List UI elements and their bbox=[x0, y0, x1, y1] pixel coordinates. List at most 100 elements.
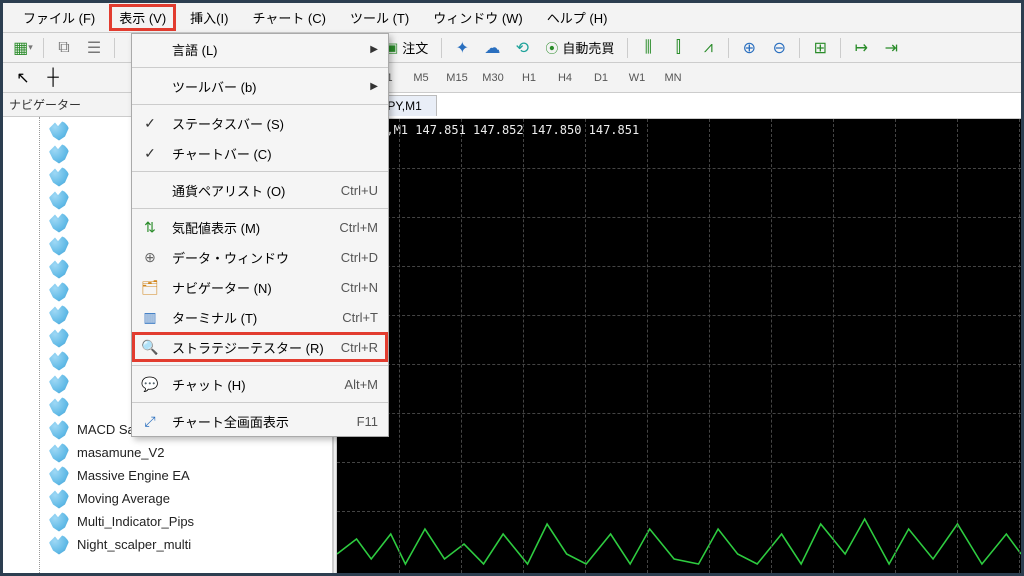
chart-canvas[interactable]: USDJPY,M1 147.851 147.852 147.850 147.85… bbox=[337, 119, 1021, 573]
tf-mn[interactable]: MN bbox=[656, 67, 690, 89]
view-menu-dropdown: 言語 (L) ▶ ツールバー (b)▶ ステータスバー (S) チャートバー (C) 通貨… bbox=[131, 33, 389, 437]
menu-item[interactable]: ⊕データ・ウィンドウ Ctrl+D bbox=[132, 242, 388, 272]
grid-line bbox=[337, 364, 1021, 365]
separator bbox=[43, 38, 44, 58]
menu-item[interactable]: 💬チャット (H)Alt+M bbox=[132, 369, 388, 399]
grid-line bbox=[337, 511, 1021, 512]
menu-separator bbox=[132, 104, 388, 105]
menu-item-shortcut: Ctrl+D bbox=[341, 250, 378, 265]
menu-item-shortcut: Ctrl+M bbox=[339, 220, 378, 235]
grid-line bbox=[771, 119, 772, 573]
grid-line bbox=[337, 217, 1021, 218]
line-chart-button[interactable]: ⩘ bbox=[694, 36, 722, 60]
signals-icon[interactable]: ⟲ bbox=[508, 36, 536, 60]
menu-item-label: 通貨ペアリスト (O) bbox=[168, 181, 333, 200]
menu-item[interactable]: ツールバー (b)▶ bbox=[132, 71, 388, 101]
menu-window[interactable]: ウィンドウ (W) bbox=[423, 4, 533, 31]
menu-help[interactable]: ヘルプ (H) bbox=[537, 4, 618, 31]
menu-insert[interactable]: 挿入(I) bbox=[180, 4, 238, 31]
zoom-out-button[interactable]: ⊖ bbox=[765, 36, 793, 60]
crosshair-tool-button[interactable]: ┼ bbox=[39, 66, 67, 90]
menu-item[interactable]: 🗂ナビゲーター (N) Ctrl+N bbox=[132, 272, 388, 302]
grid-line bbox=[461, 119, 462, 573]
menu-tools[interactable]: ツール (T) bbox=[340, 4, 419, 31]
grid-line bbox=[523, 119, 524, 573]
list-item-label: Night_scalper_multi bbox=[77, 537, 191, 552]
separator bbox=[799, 38, 800, 58]
grid-line bbox=[337, 413, 1021, 414]
bar-chart-button[interactable]: ⫼ bbox=[634, 36, 662, 60]
menu-item-label: 気配値表示 (M) bbox=[168, 218, 331, 237]
candle-chart-button[interactable]: ⫿ bbox=[664, 36, 692, 60]
grid-line bbox=[399, 119, 400, 573]
separator bbox=[840, 38, 841, 58]
nav-icon: 🗂 bbox=[132, 272, 168, 302]
menu-item[interactable]: 通貨ペアリスト (O)Ctrl+U bbox=[132, 175, 388, 205]
menu-file[interactable]: ファイル (F) bbox=[13, 4, 105, 31]
list-item[interactable]: Massive Engine EA bbox=[3, 464, 332, 487]
grid-line bbox=[337, 168, 1021, 169]
menu-item-label: データ・ウィンドウ bbox=[168, 248, 333, 267]
target-icon: ⊕ bbox=[132, 242, 168, 272]
list-item-label: Massive Engine EA bbox=[77, 468, 190, 483]
menu-separator bbox=[132, 365, 388, 366]
list-item[interactable]: masamune_V2 bbox=[3, 441, 332, 464]
menu-item-label: 言語 (L) bbox=[168, 40, 362, 59]
menu-separator bbox=[132, 208, 388, 209]
tester-icon: 🔍 bbox=[132, 332, 168, 362]
tf-d1[interactable]: D1 bbox=[584, 67, 618, 89]
grid-line bbox=[709, 119, 710, 573]
zoom-in-button[interactable]: ⊕ bbox=[735, 36, 763, 60]
market-icon: ⇅ bbox=[132, 212, 168, 242]
menu-item[interactable]: 言語 (L) ▶ bbox=[132, 34, 388, 64]
menu-item-label: ステータスバー (S) bbox=[168, 114, 378, 133]
menu-view[interactable]: 表示 (V) bbox=[109, 4, 176, 31]
grid-line bbox=[337, 462, 1021, 463]
menu-item[interactable]: ▥ターミナル (T)Ctrl+T bbox=[132, 302, 388, 332]
profiles-drop-button[interactable]: ☰ bbox=[80, 36, 108, 60]
auto-scroll-button[interactable]: ⇥ bbox=[877, 36, 905, 60]
menu-item[interactable]: ⤢チャート全画面表示F11 bbox=[132, 406, 388, 436]
list-item[interactable]: Night_scalper_multi bbox=[3, 533, 332, 556]
menu-item[interactable]: 🔍ストラテジーテスター (R) Ctrl+R bbox=[132, 332, 388, 362]
tf-h1[interactable]: H1 bbox=[512, 67, 546, 89]
tile-button[interactable]: ⊞ bbox=[806, 36, 834, 60]
menu-item-label: チャートバー (C) bbox=[168, 144, 378, 163]
list-item[interactable]: Moving Average bbox=[3, 487, 332, 510]
menu-item-label: ストラテジーテスター (R) bbox=[168, 338, 333, 357]
menu-item-shortcut: Alt+M bbox=[344, 377, 378, 392]
menu-separator bbox=[132, 171, 388, 172]
menu-separator bbox=[132, 67, 388, 68]
menu-item-label: ナビゲーター (N) bbox=[168, 278, 333, 297]
tf-m30[interactable]: M30 bbox=[476, 67, 510, 89]
grid-line bbox=[833, 119, 834, 573]
grid-line bbox=[337, 266, 1021, 267]
separator bbox=[441, 38, 442, 58]
chart-area: USDJPY,M1 USDJPY,M1 147.851 147.852 147.… bbox=[337, 93, 1021, 573]
menu-item[interactable]: ⇅気配値表示 (M) Ctrl+M bbox=[132, 212, 388, 242]
new-chart-button[interactable]: ▦▾ bbox=[9, 36, 37, 60]
tf-m5[interactable]: M5 bbox=[404, 67, 438, 89]
check-icon bbox=[132, 108, 168, 138]
profiles-button[interactable]: ⧉ bbox=[50, 36, 78, 60]
auto-trading-button[interactable]: ⦿自動売買 bbox=[538, 36, 621, 60]
metaquotes-icon[interactable]: ✦ bbox=[448, 36, 476, 60]
submenu-arrow-icon: ▶ bbox=[370, 44, 378, 55]
separator bbox=[114, 38, 115, 58]
tf-w1[interactable]: W1 bbox=[620, 67, 654, 89]
cursor-tool-button[interactable]: ↖ bbox=[9, 66, 37, 90]
tf-h4[interactable]: H4 bbox=[548, 67, 582, 89]
menu-icon-empty bbox=[132, 71, 168, 101]
grid-line bbox=[957, 119, 958, 573]
menu-item-shortcut: F11 bbox=[357, 414, 378, 429]
menu-item[interactable]: ステータスバー (S) bbox=[132, 108, 388, 138]
menu-item-shortcut: Ctrl+N bbox=[341, 280, 378, 295]
tf-m15[interactable]: M15 bbox=[440, 67, 474, 89]
chart-shift-button[interactable]: ↦ bbox=[847, 36, 875, 60]
menu-chart[interactable]: チャート (C) bbox=[242, 4, 336, 31]
cloud-icon[interactable]: ☁ bbox=[478, 36, 506, 60]
menu-item[interactable]: チャートバー (C) bbox=[132, 138, 388, 168]
list-item[interactable]: Multi_Indicator_Pips bbox=[3, 510, 332, 533]
menu-item-shortcut: Ctrl+T bbox=[342, 310, 378, 325]
menu-item-shortcut: Ctrl+R bbox=[341, 340, 378, 355]
